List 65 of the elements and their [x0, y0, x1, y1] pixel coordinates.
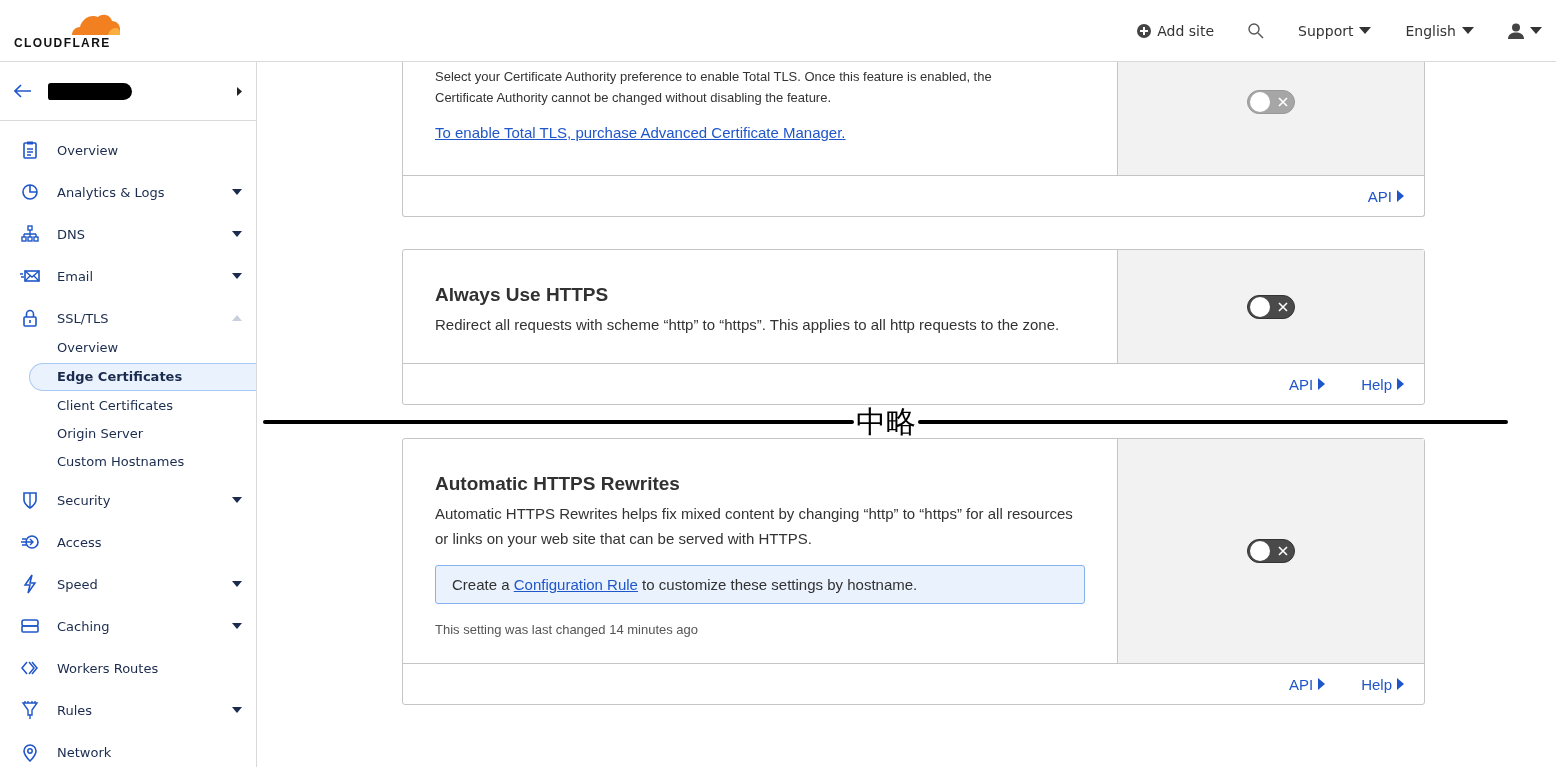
sidebar-item[interactable]: Rules: [0, 689, 256, 731]
footer-link[interactable]: API: [1288, 375, 1326, 393]
triangle-right-icon[interactable]: [237, 86, 242, 96]
submenu-item[interactable]: Origin Server: [29, 421, 256, 447]
nav-icon: [20, 532, 40, 552]
caret-down-icon: [232, 497, 242, 503]
search-icon[interactable]: [1248, 22, 1265, 39]
caret-icon: [1462, 27, 1474, 34]
triangle-right-icon: [1318, 678, 1326, 690]
nav-icon: [20, 616, 40, 636]
card-description: Select your Certificate Authority preference to enable Total TLS. Once this feature is enabled, the Certificate Authority cannot be changed without disabling the feature.: [435, 68, 993, 107]
caret-down-icon: [232, 189, 242, 195]
caret-icon: [1530, 27, 1542, 34]
triangle-right-icon: [1397, 190, 1404, 202]
nav-icon: [20, 224, 40, 244]
sidebar-item[interactable]: Speed: [0, 563, 256, 605]
sidebar-item[interactable]: Workers Routes: [0, 647, 256, 689]
footer-link[interactable]: API: [1288, 675, 1326, 693]
language-menu[interactable]: English: [1405, 22, 1474, 39]
caret-icon: [1359, 27, 1372, 34]
nav-icon: [20, 742, 40, 762]
submenu-item[interactable]: Custom Hostnames: [29, 449, 256, 475]
nav-icon: [20, 490, 40, 510]
nav-icon: [20, 140, 40, 160]
caret-down-icon: [232, 231, 242, 237]
toggle-switch[interactable]: [1247, 294, 1295, 319]
annotation-text: 中略: [854, 405, 917, 438]
user-icon: [1508, 22, 1524, 39]
card-description: Automatic HTTPS Rewrites helps fix mixed content by changing “http” to “https” for all resources or links on your web site that can be served with HTTPS.: [435, 504, 1074, 549]
submenu-item[interactable]: Edge Certificates: [29, 363, 256, 391]
nav-icon: [20, 182, 40, 202]
caret-up-icon: [232, 315, 242, 321]
plus-circle-icon: [1137, 23, 1152, 38]
caret-down-icon: [232, 273, 242, 279]
footer-link[interactable]: Help: [1361, 375, 1404, 393]
sidebar-item[interactable]: Network: [0, 731, 256, 767]
sidebar-item[interactable]: Analytics & Logs: [0, 171, 256, 213]
back-arrow-icon[interactable]: [14, 84, 32, 98]
sidebar-item[interactable]: Caching: [0, 605, 256, 647]
nav-icon: [20, 308, 40, 328]
triangle-right-icon: [1397, 678, 1404, 690]
sidebar-item[interactable]: Access: [0, 521, 256, 563]
caret-down-icon: [232, 707, 242, 713]
submenu-item[interactable]: Client Certificates: [29, 393, 256, 419]
card-description: Redirect all requests with scheme “http” to “https”. This applies to all http requests to the zone.: [435, 315, 1061, 335]
footer-link[interactable]: Help: [1361, 675, 1404, 693]
info-banner: Create a Configuration Rule to customize these settings by hostname.: [435, 565, 1085, 604]
card-title: Always Use HTTPS: [435, 284, 610, 306]
caret-down-icon: [232, 581, 242, 587]
last-changed-note: This setting was last changed 14 minutes ago: [435, 622, 700, 637]
sidebar-item[interactable]: DNS: [0, 213, 256, 255]
triangle-right-icon: [1318, 378, 1326, 390]
nav-icon: [20, 700, 40, 720]
logo-text: CLOUDFLARE: [14, 36, 111, 50]
add-site-button[interactable]: Add site: [1137, 22, 1215, 39]
toggle-switch[interactable]: [1247, 539, 1295, 563]
configuration-rule-link[interactable]: Configuration Rule: [513, 576, 638, 593]
account-menu[interactable]: [1508, 22, 1542, 39]
card-title: Automatic HTTPS Rewrites: [435, 473, 681, 495]
support-menu[interactable]: Support: [1298, 22, 1372, 39]
sidebar-item[interactable]: Security: [0, 479, 256, 521]
sidebar-item[interactable]: Email: [0, 255, 256, 297]
caret-down-icon: [232, 623, 242, 629]
triangle-right-icon: [1397, 378, 1404, 390]
sidebar-item[interactable]: Overview: [0, 129, 256, 171]
